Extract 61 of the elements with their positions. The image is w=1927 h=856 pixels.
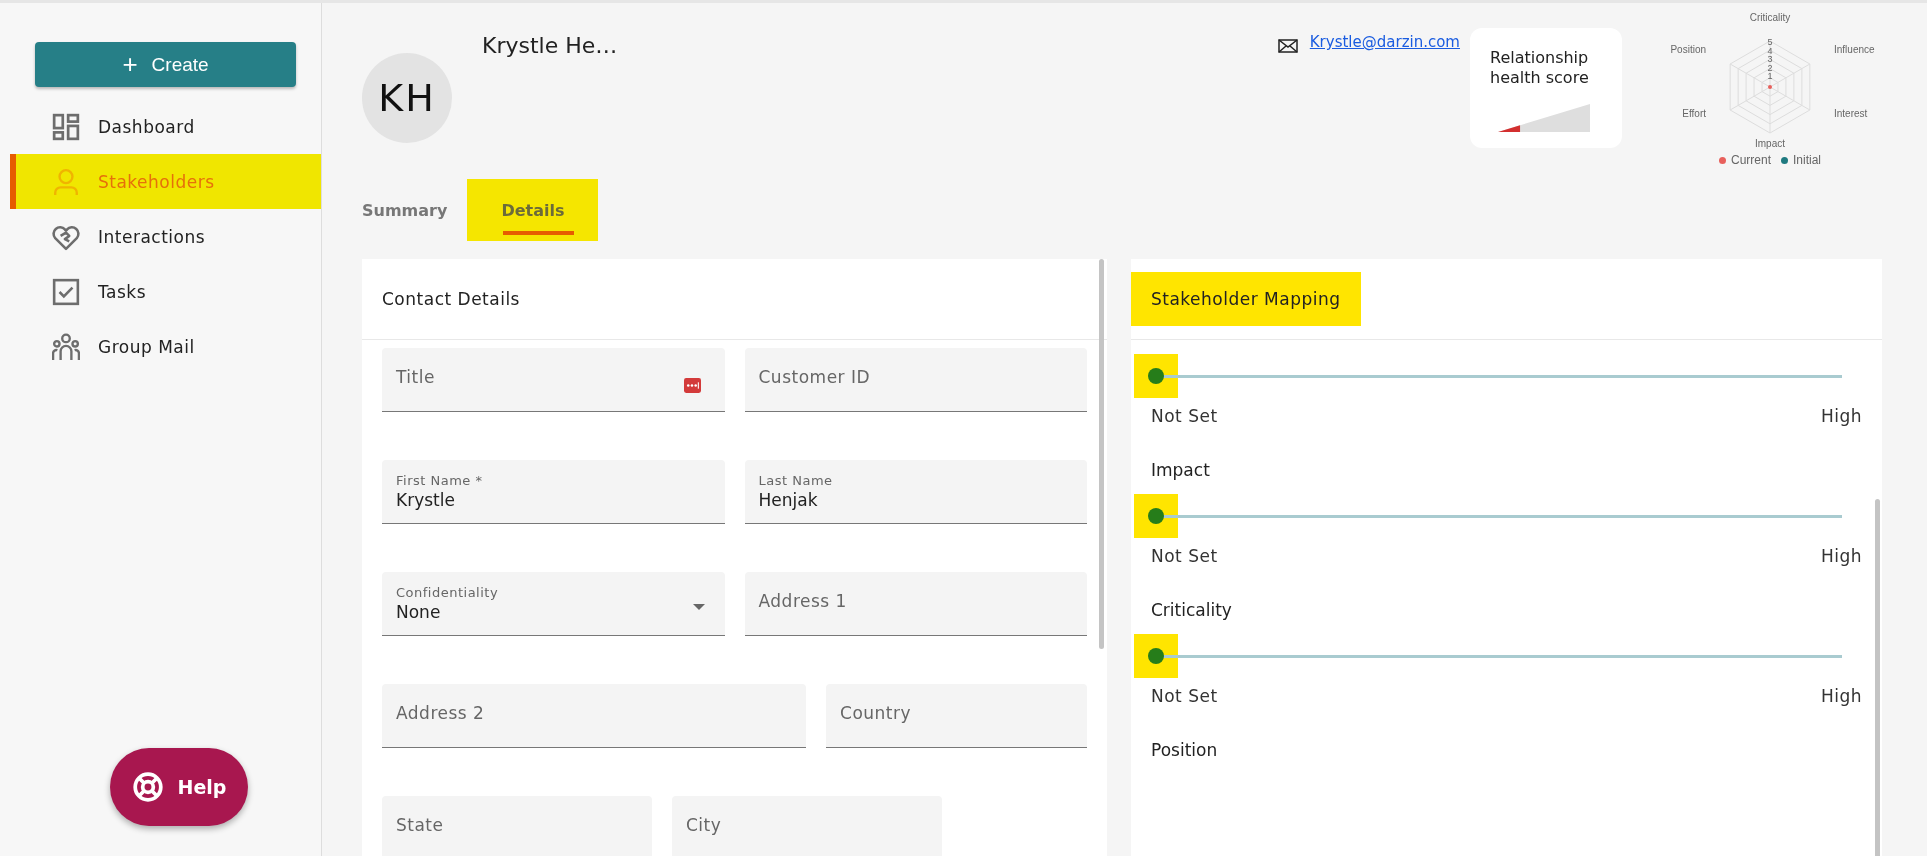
- panel-title: Contact Details: [382, 289, 520, 309]
- input-field[interactable]: Last Name Henjak: [744, 460, 1087, 524]
- panel-title: Stakeholder Mapping: [1131, 272, 1361, 326]
- axis-label: Influence: [1834, 44, 1875, 55]
- slider-heading: Criticality: [1150, 600, 1233, 620]
- checkbox-icon: [52, 277, 80, 306]
- input-field[interactable]: Confidentiality None: [382, 572, 725, 636]
- input-field[interactable]: First Name * Krystle: [382, 460, 725, 524]
- input-field[interactable]: Address 1: [744, 572, 1087, 636]
- nav-item[interactable]: Tasks: [10, 264, 321, 319]
- tick-label: 5: [1767, 37, 1773, 47]
- person-icon: [52, 167, 80, 196]
- slider-min-label: Not Set: [1151, 406, 1218, 426]
- input-field[interactable]: Address 2: [382, 684, 807, 748]
- health-score-title: Relationship health score: [1490, 48, 1590, 88]
- axis-label: Interest: [1834, 108, 1868, 119]
- data-point: [1768, 85, 1772, 89]
- input-field[interactable]: Country: [826, 684, 1087, 748]
- input-field[interactable]: Customer ID: [744, 348, 1087, 412]
- input-field[interactable]: City: [672, 796, 942, 856]
- tab[interactable]: Summary: [362, 179, 458, 241]
- tick-label: 3: [1767, 54, 1773, 64]
- slider-max-label: High: [1820, 406, 1862, 426]
- nav-item[interactable]: Interactions: [10, 209, 321, 264]
- tick-label: 4: [1767, 45, 1773, 56]
- envelope-icon: [1277, 39, 1298, 53]
- nav-item[interactable]: Group Mail: [10, 319, 321, 374]
- avatar: KH: [362, 53, 452, 143]
- axis-label: Effort: [1682, 108, 1706, 119]
- axis-label: Position: [1670, 44, 1706, 55]
- legend-label: Current: [1731, 153, 1771, 167]
- axis-label: Impact: [1755, 138, 1785, 149]
- slider-heading: Impact: [1150, 460, 1211, 480]
- stakeholder-name: Krystle He…: [482, 33, 618, 58]
- slider-max-label: High: [1820, 686, 1862, 706]
- help-button[interactable]: Help: [110, 748, 248, 826]
- group-icon: [52, 332, 80, 361]
- create-button[interactable]: + Create: [35, 42, 296, 87]
- nav-label: Tasks: [98, 281, 147, 302]
- slider-max-label: High: [1820, 546, 1862, 566]
- tick-label: 1: [1767, 71, 1773, 81]
- scrollbar[interactable]: [1875, 499, 1880, 856]
- dashboard-icon: [52, 112, 80, 141]
- dropdown-caret-icon: [692, 604, 705, 610]
- email-link[interactable]: Krystle@darzin.com: [1309, 33, 1460, 51]
- lifebuoy-icon: [131, 771, 164, 803]
- input-field[interactable]: State: [382, 796, 652, 856]
- axis-label: Criticality: [1749, 12, 1791, 23]
- slider-heading: Position: [1150, 740, 1219, 760]
- input-field[interactable]: Title: [382, 348, 725, 412]
- nav-label: Group Mail: [98, 336, 195, 357]
- tab[interactable]: Details: [467, 179, 599, 241]
- nav-item[interactable]: Dashboard: [10, 99, 321, 154]
- nav-label: Stakeholders: [98, 171, 215, 192]
- legend-label: Initial: [1793, 153, 1821, 167]
- nav-label: Interactions: [98, 226, 206, 247]
- tick-label: 2: [1767, 62, 1773, 73]
- nav-label: Dashboard: [98, 116, 195, 137]
- slider-min-label: Not Set: [1151, 686, 1218, 706]
- slider-min-label: Not Set: [1151, 546, 1218, 566]
- scrollbar[interactable]: [1099, 259, 1104, 649]
